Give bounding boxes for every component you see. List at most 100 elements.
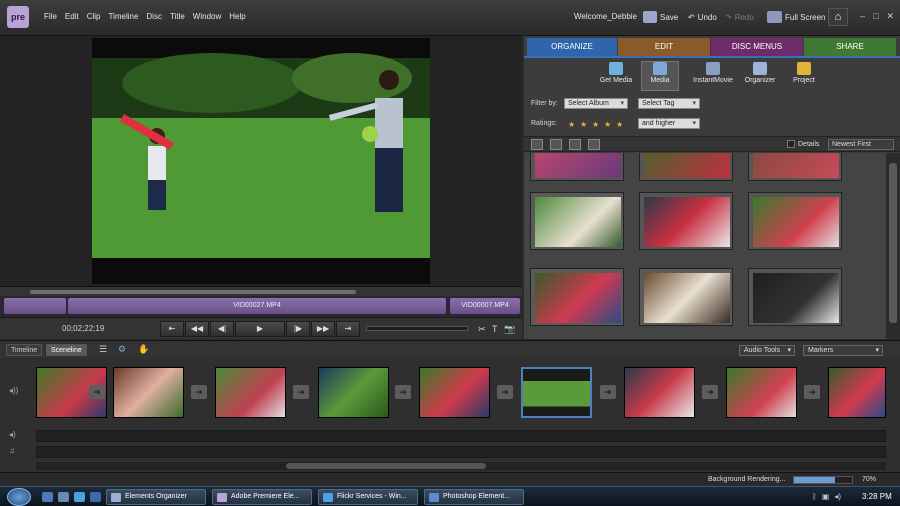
menu-file[interactable]: File (44, 12, 57, 21)
smart-fix-icon[interactable]: ✋ (138, 344, 149, 355)
rating-star-1[interactable]: ★ (568, 120, 575, 129)
smart-trim-icon[interactable]: ⚙ (118, 344, 126, 355)
start-button[interactable] (7, 488, 31, 506)
menu-disc[interactable]: Disc (146, 12, 162, 21)
rating-star-5[interactable]: ★ (616, 120, 623, 129)
rating-star-2[interactable]: ★ (580, 120, 587, 129)
rating-star-4[interactable]: ★ (604, 120, 611, 129)
monitor-scrubber[interactable] (0, 286, 522, 296)
task-elements-organizer[interactable]: Elements Organizer (106, 489, 206, 505)
rewind-button[interactable]: ◀◀ (185, 321, 209, 337)
scene-thumbnail[interactable] (419, 367, 490, 418)
timecode[interactable]: 00;02;22;19 (62, 324, 104, 333)
media-thumbnail[interactable] (748, 268, 842, 326)
freeze-frame-icon[interactable]: 📷 (504, 324, 515, 335)
fast-forward-button[interactable]: ▶▶ (311, 321, 335, 337)
split-clip-icon[interactable]: ✂ (478, 324, 486, 335)
subtab-get-media[interactable]: Get Media (594, 62, 638, 84)
save-button[interactable]: Save (643, 9, 678, 25)
home-button[interactable]: ⌂ (828, 8, 848, 26)
system-clock[interactable]: 3:28 PM (862, 492, 892, 501)
subtab-media[interactable]: Media (641, 61, 679, 91)
undo-button[interactable]: ↶ Undo (688, 9, 717, 25)
transition-arrow[interactable]: ➔ (600, 385, 616, 399)
audio-filter-icon[interactable] (550, 139, 562, 150)
narration-track[interactable] (36, 430, 886, 442)
media-thumbnail[interactable] (530, 192, 624, 250)
subtab-instantmovie[interactable]: InstantMovie (687, 62, 739, 84)
tab-organize[interactable]: ORGANIZE (527, 38, 617, 56)
maximize-button[interactable]: □ (873, 11, 878, 22)
close-button[interactable]: ✕ (886, 11, 894, 22)
step-back-button[interactable]: ◀| (210, 321, 234, 337)
play-button[interactable]: ▶ (235, 321, 285, 337)
clip-segment-vid00027[interactable]: VID00027.MP4 (68, 298, 446, 314)
select-tag-dropdown[interactable]: Select Tag (638, 98, 700, 109)
network-icon[interactable]: ▣ (822, 492, 830, 501)
task-photoshop-elements[interactable]: Photoshop Element... (424, 489, 524, 505)
media-thumbnail[interactable] (639, 268, 733, 326)
media-thumbnail[interactable] (748, 192, 842, 250)
ie-icon[interactable] (74, 492, 85, 502)
scrollbar-thumb[interactable] (889, 163, 897, 323)
details-toggle[interactable]: Details (787, 140, 819, 148)
minimize-button[interactable]: – (860, 11, 865, 22)
shuttle-slider[interactable] (366, 326, 468, 331)
details-checkbox[interactable] (787, 140, 795, 148)
transition-arrow[interactable]: ➔ (497, 385, 513, 399)
tab-share[interactable]: SHARE (804, 38, 896, 56)
video-filter-icon[interactable] (531, 139, 543, 150)
tab-sceneline[interactable]: Sceneline (46, 344, 87, 356)
sort-dropdown[interactable]: Newest First (828, 139, 894, 150)
step-forward-button[interactable]: |▶ (286, 321, 310, 337)
select-album-dropdown[interactable]: Select Album (564, 98, 628, 109)
menu-timeline[interactable]: Timeline (108, 12, 138, 21)
media-thumbnail[interactable] (639, 153, 733, 181)
subtab-project[interactable]: Project (782, 62, 826, 84)
go-to-end-button[interactable]: ⇥ (336, 321, 360, 337)
explorer-icon[interactable] (90, 492, 101, 502)
transition-arrow[interactable]: ➔ (89, 385, 105, 399)
scene-thumbnail[interactable] (726, 367, 797, 418)
project-filter-icon[interactable] (588, 139, 600, 150)
clip-segment[interactable] (4, 298, 66, 314)
tab-timeline[interactable]: Timeline (6, 344, 43, 356)
transition-arrow[interactable]: ➔ (702, 385, 718, 399)
scene-thumbnail[interactable] (828, 367, 886, 418)
transition-arrow[interactable]: ➔ (804, 385, 820, 399)
transition-arrow[interactable]: ➔ (395, 385, 411, 399)
menu-edit[interactable]: Edit (65, 12, 79, 21)
rating-star-3[interactable]: ★ (592, 120, 599, 129)
audio-tools-dropdown[interactable]: Audio Tools (739, 345, 795, 356)
transition-arrow[interactable]: ➔ (293, 385, 309, 399)
scrollbar-thumb[interactable] (286, 463, 486, 469)
scene-thumbnail-selected[interactable] (521, 367, 592, 418)
menu-title[interactable]: Title (170, 12, 185, 21)
show-desktop-icon[interactable] (42, 492, 53, 502)
task-premiere-elements[interactable]: Adobe Premiere Ele... (212, 489, 312, 505)
transition-arrow[interactable]: ➔ (191, 385, 207, 399)
markers-dropdown[interactable]: Markers (803, 345, 883, 356)
switch-windows-icon[interactable] (58, 492, 69, 502)
media-thumbnail[interactable] (748, 153, 842, 181)
media-thumbnail[interactable] (530, 153, 624, 181)
media-thumbnail[interactable] (639, 192, 733, 250)
video-preview[interactable] (92, 38, 430, 284)
volume-icon[interactable]: ◂) (834, 492, 841, 501)
menu-clip[interactable]: Clip (87, 12, 101, 21)
scene-thumbnail[interactable] (215, 367, 286, 418)
scrubber-bar[interactable] (30, 290, 356, 294)
menu-help[interactable]: Help (229, 12, 245, 21)
full-screen-button[interactable]: Full Screen (767, 9, 825, 25)
clip-segment-vid00007[interactable]: VID00007.MP4 (450, 298, 520, 314)
tab-edit[interactable]: EDIT (618, 38, 710, 56)
soundtrack-track[interactable] (36, 446, 886, 458)
media-thumbnail[interactable] (530, 268, 624, 326)
go-to-start-button[interactable]: ⇤ (160, 321, 184, 337)
task-flickr-services[interactable]: Flickr Services - Win... (318, 489, 418, 505)
menu-window[interactable]: Window (193, 12, 221, 21)
tab-disc-menus[interactable]: DISC MENUS (711, 38, 803, 56)
scene-thumbnail[interactable] (318, 367, 389, 418)
subtab-organizer[interactable]: Organizer (738, 62, 782, 84)
redo-button[interactable]: ↷ Redo (725, 9, 754, 25)
